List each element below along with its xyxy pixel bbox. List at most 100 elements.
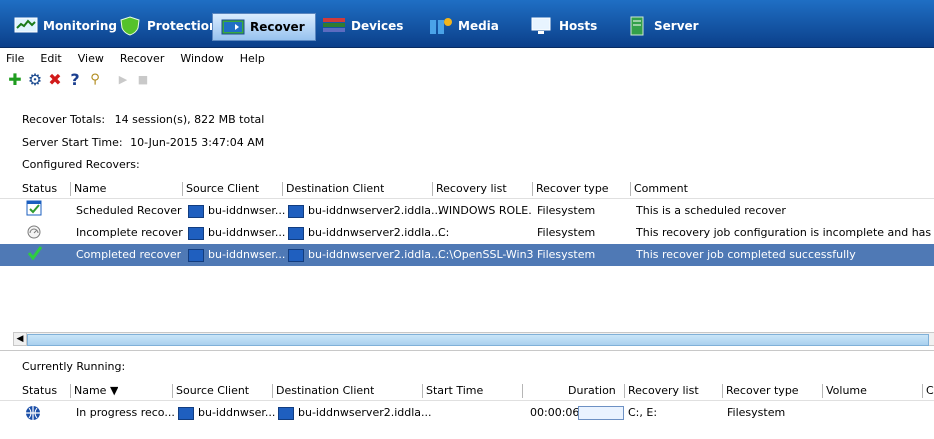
- progress-bar: [578, 406, 624, 420]
- menu-window[interactable]: Window: [180, 52, 223, 65]
- pane-divider[interactable]: [0, 350, 934, 351]
- row-comment: This recovery job configuration is incom…: [636, 226, 934, 239]
- client-icon: [288, 248, 304, 262]
- col-source-client[interactable]: Source Client: [186, 180, 259, 198]
- menu-help[interactable]: Help: [240, 52, 265, 65]
- toolbar: ✚ ⚙ ✖ ? ⚲ ▶ ■: [0, 68, 934, 90]
- client-icon: [188, 248, 204, 262]
- horizontal-scrollbar[interactable]: ◀: [13, 332, 934, 346]
- row-source: bu-iddnwser...: [188, 222, 285, 244]
- menu-file[interactable]: File: [6, 52, 24, 65]
- table-row[interactable]: Completed recover bu-iddnwser... bu-iddn…: [0, 244, 934, 266]
- row-destination: bu-iddnwserver2.iddla...: [288, 200, 442, 222]
- tab-media[interactable]: Media: [429, 13, 499, 39]
- row-destination: bu-iddnwserver2.iddla...: [288, 244, 442, 266]
- row-recovery-list: WINDOWS ROLE...: [438, 204, 532, 217]
- tab-label: Media: [458, 19, 499, 33]
- table-row[interactable]: In progress reco... bu-iddnwser... bu-id…: [0, 402, 934, 424]
- col-c[interactable]: C: [926, 382, 934, 400]
- configured-recovers-label: Configured Recovers:: [22, 158, 140, 171]
- row-source: bu-iddnwser...: [178, 402, 275, 424]
- col-start-time[interactable]: Start Time: [426, 382, 483, 400]
- col-recover-type[interactable]: Recover type: [726, 382, 799, 400]
- table-row[interactable]: Scheduled Recover bu-iddnwser... bu-iddn…: [0, 200, 934, 222]
- client-icon: [288, 204, 304, 218]
- table-header: Status Name Source Client Destination Cl…: [0, 180, 934, 199]
- tab-hosts[interactable]: Hosts: [530, 13, 597, 39]
- row-recover-type: Filesystem: [537, 226, 596, 239]
- add-icon[interactable]: ✚: [6, 70, 24, 89]
- row-duration: 00:00:06: [530, 406, 580, 419]
- row-recover-type: Filesystem: [537, 248, 596, 261]
- tab-label: Protection: [147, 19, 218, 33]
- menu-recover[interactable]: Recover: [120, 52, 165, 65]
- table-header: Status Name ▼ Source Client Destination …: [0, 382, 934, 401]
- recover-totals-label: Recover Totals:: [22, 113, 106, 126]
- table-row[interactable]: Incomplete recover bu-iddnwser... bu-idd…: [0, 222, 934, 244]
- col-comment[interactable]: Comment: [634, 180, 688, 198]
- col-duration[interactable]: Duration: [568, 382, 616, 400]
- properties-icon[interactable]: ⚙: [26, 70, 44, 89]
- server-start-value: 10-Jun-2015 3:47:04 AM: [130, 136, 265, 149]
- scheduled-check-icon: [26, 200, 44, 222]
- server-icon: [625, 16, 649, 36]
- tab-monitoring[interactable]: Monitoring: [14, 13, 117, 39]
- client-icon: [278, 406, 294, 420]
- menu-view[interactable]: View: [78, 52, 104, 65]
- stop-icon[interactable]: ■: [134, 70, 152, 88]
- top-navigation-bar: Monitoring Protection Recover Devices Me…: [0, 0, 934, 48]
- search-icon[interactable]: ⚲: [86, 70, 104, 88]
- recover-icon: [221, 17, 245, 37]
- tab-devices[interactable]: Devices: [322, 13, 403, 39]
- row-name: Scheduled Recover: [76, 204, 182, 217]
- scroll-left-icon[interactable]: ◀: [14, 333, 27, 345]
- devices-icon: [322, 16, 346, 36]
- scrollbar-thumb[interactable]: [27, 334, 929, 346]
- col-name[interactable]: Name: [74, 180, 106, 198]
- currently-running-label: Currently Running:: [22, 360, 126, 373]
- row-recover-type: Filesystem: [727, 406, 786, 419]
- menu-edit[interactable]: Edit: [40, 52, 61, 65]
- row-recovery-list: C:\OpenSSL-Win32: [438, 248, 534, 261]
- hosts-icon: [530, 16, 554, 36]
- server-start-time: Server Start Time: 10-Jun-2015 3:47:04 A…: [22, 136, 264, 149]
- row-name: Completed recover: [76, 248, 182, 261]
- incomplete-gauge-icon: [26, 222, 44, 244]
- row-destination: bu-iddnwserver2.iddla...: [278, 402, 432, 424]
- tab-label: Server: [654, 19, 699, 33]
- row-comment: This recover job completed successfully: [636, 248, 856, 261]
- row-source: bu-iddnwser...: [188, 244, 285, 266]
- client-icon: [178, 406, 194, 420]
- protection-shield-icon: [118, 16, 142, 36]
- col-status[interactable]: Status: [22, 382, 57, 400]
- row-recover-type: Filesystem: [537, 204, 596, 217]
- col-destination-client[interactable]: Destination Client: [286, 180, 384, 198]
- client-icon: [288, 226, 304, 240]
- help-icon[interactable]: ?: [66, 70, 84, 89]
- row-comment: This is a scheduled recover: [636, 204, 786, 217]
- in-progress-globe-icon: [24, 402, 42, 424]
- col-source-client[interactable]: Source Client: [176, 382, 249, 400]
- col-recovery-list[interactable]: Recovery list: [628, 382, 699, 400]
- tab-server[interactable]: Server: [625, 13, 699, 39]
- col-destination-client[interactable]: Destination Client: [276, 382, 374, 400]
- col-name-sorted[interactable]: Name ▼: [74, 382, 118, 400]
- col-recover-type[interactable]: Recover type: [536, 180, 609, 198]
- col-status[interactable]: Status: [22, 180, 57, 198]
- monitoring-icon: [14, 16, 38, 36]
- col-recovery-list[interactable]: Recovery list: [436, 180, 507, 198]
- row-destination: bu-iddnwserver2.iddla...: [288, 222, 442, 244]
- tab-label: Hosts: [559, 19, 598, 33]
- col-volume[interactable]: Volume: [826, 382, 867, 400]
- tab-recover[interactable]: Recover: [212, 13, 316, 41]
- client-icon: [188, 204, 204, 218]
- server-start-label: Server Start Time:: [22, 136, 123, 149]
- tab-label: Monitoring: [43, 19, 117, 33]
- play-icon[interactable]: ▶: [114, 70, 132, 88]
- media-icon: [429, 16, 453, 36]
- recover-totals-value: 14 session(s), 822 MB total: [114, 113, 265, 126]
- tab-protection[interactable]: Protection: [118, 13, 218, 39]
- delete-icon[interactable]: ✖: [46, 70, 64, 89]
- recover-totals: Recover Totals: 14 session(s), 822 MB to…: [22, 113, 264, 126]
- tab-label: Devices: [351, 19, 404, 33]
